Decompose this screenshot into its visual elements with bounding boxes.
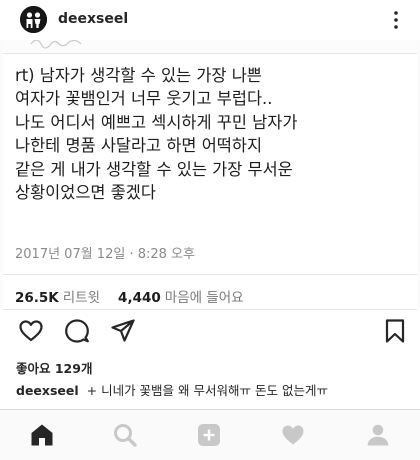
tweet-stats: 26.5K 리트윗 4,440 마음에 들어요	[15, 286, 262, 306]
tweet-date: 2017년 07월 12일 · 8:28 오후	[15, 247, 195, 262]
divider	[3, 274, 417, 275]
tweet-like-label: 마음에 들어요	[164, 290, 244, 306]
avatar[interactable]	[20, 6, 47, 33]
post-caption: deexseel + 니네가 꽃뱀을 왜 무서워해ㅠ 돈도 없는게ㅠ	[16, 380, 328, 399]
home-icon[interactable]	[29, 422, 55, 448]
username[interactable]: deexseel	[58, 11, 128, 27]
profile-icon[interactable]	[365, 422, 391, 448]
more-vertical-icon[interactable]	[390, 8, 402, 32]
heart-icon[interactable]	[280, 422, 306, 448]
bottom-nav	[0, 409, 420, 460]
comment-icon[interactable]	[64, 318, 90, 344]
tweet-card-top-edge	[3, 40, 417, 54]
caption-text: + 니네가 꽃뱀을 왜 무서워해ㅠ 돈도 없는게ㅠ	[86, 383, 328, 398]
avatar-figures-icon	[20, 6, 47, 33]
likes-count[interactable]: 좋아요 129개	[16, 358, 92, 377]
bookmark-icon[interactable]	[382, 318, 408, 344]
retweet-count: 26.5K	[15, 290, 59, 306]
post-header: deexseel	[0, 0, 420, 40]
action-bar	[0, 310, 420, 350]
retweet-label: 리트윗	[62, 290, 101, 306]
tweet-like-count: 4,440	[118, 290, 161, 306]
tweet-text: rt) 남자가 생각할 수 있는 가장 나쁜 여자가 꽃뱀인거 너무 웃기고 부…	[15, 66, 298, 203]
add-post-icon[interactable]	[196, 422, 222, 448]
caption-username[interactable]: deexseel	[16, 383, 79, 398]
send-icon[interactable]	[110, 318, 136, 344]
search-icon[interactable]	[112, 422, 138, 448]
post-image[interactable]: rt) 남자가 생각할 수 있는 가장 나쁜 여자가 꽃뱀인거 너무 웃기고 부…	[0, 40, 420, 310]
heart-icon[interactable]	[18, 318, 44, 344]
signature-scribble	[29, 40, 89, 53]
